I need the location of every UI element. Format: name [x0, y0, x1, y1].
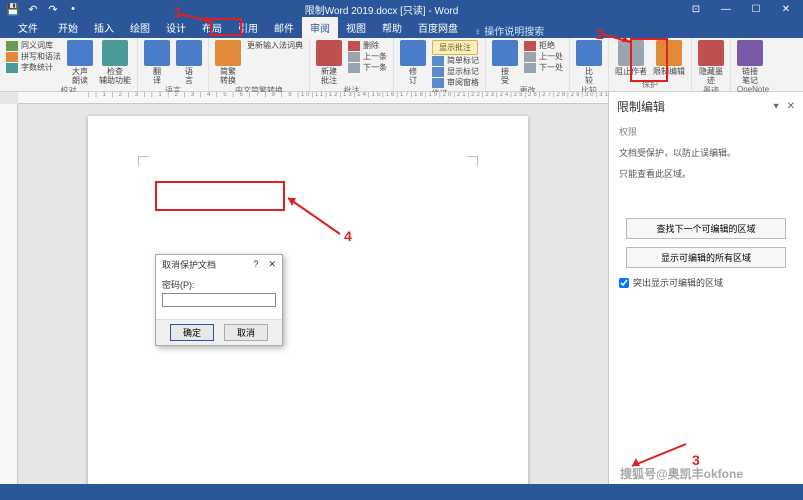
language-button[interactable]: 语 言	[176, 40, 202, 85]
thesaurus-button[interactable]: 同义词库	[6, 40, 61, 51]
dialog-help-icon[interactable]: ?	[253, 259, 258, 270]
password-label: 密码(P):	[162, 278, 276, 291]
reviewing-pane-button[interactable]: 审阅窗格	[432, 77, 479, 88]
prev-change-button[interactable]: 上一处	[524, 51, 563, 62]
tab-home[interactable]: 开始	[50, 17, 86, 38]
pane-title: 限制编辑	[617, 98, 665, 115]
ribbon-tabs: 文件 开始 插入 绘图 设计 布局 引用 邮件 审阅 视图 帮助 百度网盘 ♀ …	[0, 18, 803, 38]
group-protect: 阻止作者 限制编辑 保护	[609, 38, 692, 91]
document-page[interactable]	[88, 116, 528, 496]
tab-view[interactable]: 视图	[338, 17, 374, 38]
qat-more-icon[interactable]: •	[66, 2, 80, 16]
group-tracking: 修 订 显示批注 简单标记 显示标记 审阅窗格 修订	[394, 38, 486, 91]
tab-draw[interactable]: 绘图	[122, 17, 158, 38]
pane-close-icon[interactable]: ✕	[787, 101, 795, 112]
window-controls: ⊡ — ☐ ✕	[683, 2, 803, 16]
document-area: | | 1 | 2 | 3 | | 1 | 2 | 3 | 4 | 5 | 6 …	[0, 92, 608, 484]
tab-references[interactable]: 引用	[230, 17, 266, 38]
markup-select[interactable]: 显示批注	[432, 40, 479, 55]
ok-button[interactable]: 确定	[170, 324, 214, 341]
next-comment-button[interactable]: 下一条	[348, 62, 387, 73]
group-ink: 隐藏墨 迹 墨迹	[692, 38, 731, 91]
block-authors-button[interactable]: 阻止作者	[615, 40, 647, 76]
document-title: 限制Word 2019.docx [只读] - Word	[80, 2, 683, 17]
pane-dropdown-icon[interactable]: ▾	[774, 101, 779, 112]
update-ime-button[interactable]: 更新输入法词典	[247, 40, 303, 51]
tab-layout[interactable]: 布局	[194, 17, 230, 38]
find-next-region-button[interactable]: 查找下一个可编辑的区域	[626, 218, 786, 239]
tab-help[interactable]: 帮助	[374, 17, 410, 38]
show-markup-button[interactable]: 显示标记	[432, 66, 479, 77]
watermark: 搜狐号@奥凯丰okfone	[620, 465, 743, 482]
undo-icon[interactable]: ↶	[26, 2, 40, 16]
group-onenote: 链接 笔记 OneNote	[731, 38, 775, 91]
group-chinese: 简繁 转换 更新输入法词典 中文简繁转换	[209, 38, 310, 91]
linked-notes-button[interactable]: 链接 笔记	[737, 40, 763, 85]
tab-insert[interactable]: 插入	[86, 17, 122, 38]
password-input[interactable]	[162, 293, 276, 307]
accept-button[interactable]: 接 受	[492, 40, 518, 85]
track-changes-button[interactable]: 修 订	[400, 40, 426, 85]
show-all-regions-button[interactable]: 显示可编辑的所有区域	[626, 247, 786, 268]
group-proofing: 同义词库 拼写和语法 字数统计 大声 朗读 检查 辅助功能 校对	[0, 38, 138, 91]
dialog-close-icon[interactable]: ✕	[268, 259, 276, 270]
markup-dropdown[interactable]: 简单标记	[432, 55, 479, 66]
translate-button[interactable]: 翻 译	[144, 40, 170, 85]
margin-corner-tr	[468, 156, 478, 166]
pane-info-2: 只能查看此区域。	[609, 163, 803, 184]
minimize-icon[interactable]: —	[713, 2, 739, 16]
horizontal-ruler[interactable]: | | 1 | 2 | 3 | | 1 | 2 | 3 | 4 | 5 | 6 …	[18, 92, 608, 104]
annotation-num-4: 4	[344, 228, 352, 244]
chinese-convert-button[interactable]: 简繁 转换	[215, 40, 241, 85]
vertical-ruler[interactable]	[0, 104, 18, 484]
unprotect-dialog: 取消保护文档 ? ✕ 密码(P): 确定 取消	[155, 254, 283, 346]
tell-me-search[interactable]: ♀ 操作说明搜索	[474, 23, 544, 38]
reject-button[interactable]: 拒绝	[524, 40, 563, 51]
save-icon[interactable]: 💾	[6, 2, 20, 16]
wordcount-button[interactable]: 字数统计	[6, 62, 61, 73]
tab-baidu[interactable]: 百度网盘	[410, 17, 466, 38]
annotation-num-2: 2	[596, 26, 604, 42]
annotation-num-3: 3	[692, 452, 700, 468]
restrict-editing-button[interactable]: 限制编辑	[653, 40, 685, 76]
spelling-button[interactable]: 拼写和语法	[6, 51, 61, 62]
ribbon: 同义词库 拼写和语法 字数统计 大声 朗读 检查 辅助功能 校对 翻 译 语 言…	[0, 38, 803, 92]
highlight-regions-checkbox[interactable]: 突出显示可编辑的区域	[609, 272, 803, 293]
dialog-title: 取消保护文档	[162, 258, 216, 271]
group-label-protect: 保护	[615, 79, 685, 91]
pane-info-1: 文档受保护，以防止误编辑。	[609, 142, 803, 163]
tab-review[interactable]: 审阅	[302, 17, 338, 38]
cancel-button[interactable]: 取消	[224, 324, 268, 341]
maximize-icon[interactable]: ☐	[743, 2, 769, 16]
delete-comment-button[interactable]: 删除	[348, 40, 387, 51]
tab-mailings[interactable]: 邮件	[266, 17, 302, 38]
compare-button[interactable]: 比 较	[576, 40, 602, 85]
redo-icon[interactable]: ↷	[46, 2, 60, 16]
quick-access-toolbar: 💾 ↶ ↷ •	[0, 2, 80, 16]
hide-ink-button[interactable]: 隐藏墨 迹	[698, 40, 724, 85]
new-comment-button[interactable]: 新建 批注	[316, 40, 342, 85]
group-compare: 比 较 比较	[570, 38, 609, 91]
prev-comment-button[interactable]: 上一条	[348, 51, 387, 62]
accessibility-check-button[interactable]: 检查 辅助功能	[99, 40, 131, 85]
close-icon[interactable]: ✕	[773, 2, 799, 16]
tab-design[interactable]: 设计	[158, 17, 194, 38]
group-comments: 新建 批注 删除 上一条 下一条 批注	[310, 38, 394, 91]
group-changes: 接 受 拒绝 上一处 下一处 更改	[486, 38, 570, 91]
content-area: | | 1 | 2 | 3 | | 1 | 2 | 3 | 4 | 5 | 6 …	[0, 92, 803, 484]
status-bar	[0, 484, 803, 500]
title-bar: 💾 ↶ ↷ • 限制Word 2019.docx [只读] - Word ⊡ —…	[0, 0, 803, 18]
restrict-editing-pane: 限制编辑 ▾ ✕ 权限 文档受保护，以防止误编辑。 只能查看此区域。 查找下一个可…	[608, 92, 803, 484]
next-change-button[interactable]: 下一处	[524, 62, 563, 73]
margin-corner-tl	[138, 156, 148, 166]
tab-file[interactable]: 文件	[6, 17, 50, 38]
ribbon-options-icon[interactable]: ⊡	[683, 2, 709, 16]
read-aloud-button[interactable]: 大声 朗读	[67, 40, 93, 85]
group-language: 翻 译 语 言 语言	[138, 38, 209, 91]
pane-section-title: 权限	[609, 121, 803, 142]
annotation-num-1: 1	[174, 4, 182, 20]
